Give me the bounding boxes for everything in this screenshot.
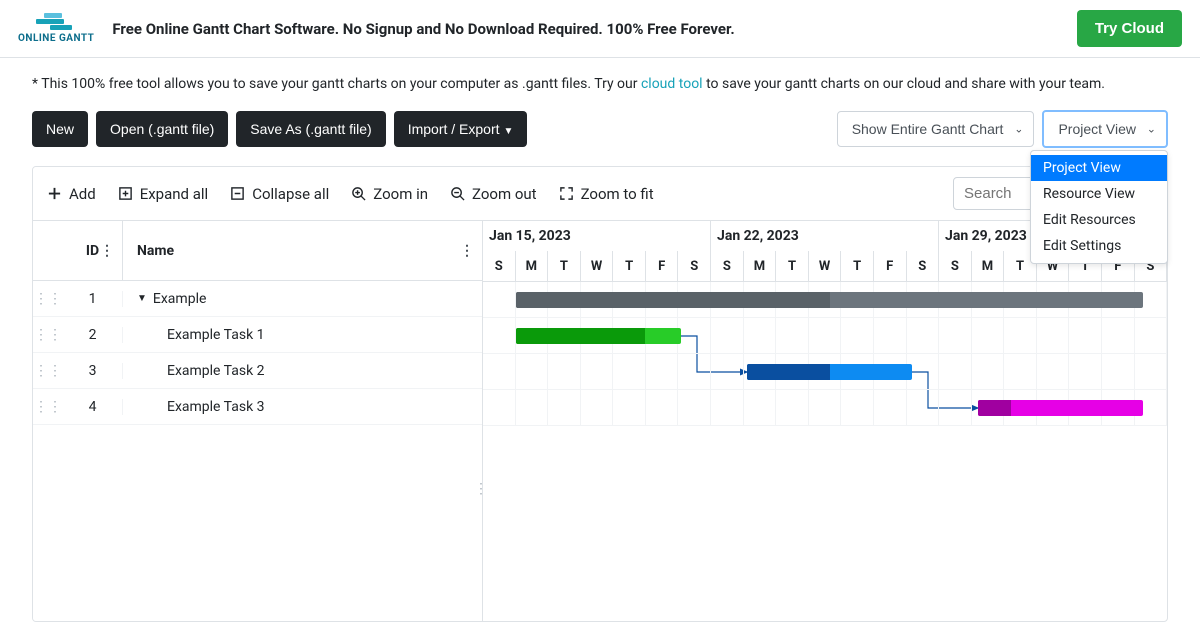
chart-body — [483, 282, 1167, 426]
kebab-icon[interactable]: ⋮ — [100, 243, 114, 259]
gantt-bar-progress — [747, 364, 830, 380]
task-name-cell[interactable]: Example Task 1 — [123, 327, 482, 343]
save-as-button[interactable]: Save As (.gantt file) — [236, 111, 385, 147]
task-row[interactable]: ⋮⋮ 3 Example Task 2 — [33, 353, 482, 389]
view-option[interactable]: Project View — [1031, 155, 1167, 181]
name-column-header[interactable]: Name ⋮ — [123, 221, 482, 280]
task-row[interactable]: ⋮⋮ 4 Example Task 3 — [33, 389, 482, 425]
view-select[interactable]: Project View ⌄ — [1042, 110, 1168, 148]
collapse-caret-icon[interactable]: ▼ — [137, 293, 147, 304]
chart-row — [483, 354, 1167, 390]
header-title: Free Online Gantt Chart Software. No Sig… — [112, 20, 1076, 38]
day-header: M — [972, 251, 1005, 281]
day-header: T — [776, 251, 809, 281]
task-name-cell[interactable]: Example Task 2 — [123, 363, 482, 379]
task-name: Example Task 3 — [167, 399, 265, 415]
gantt-bar[interactable] — [516, 328, 681, 344]
open-button[interactable]: Open (.gantt file) — [96, 111, 228, 147]
day-header: F — [646, 251, 679, 281]
collapse-icon — [230, 186, 245, 201]
day-header: W — [809, 251, 842, 281]
gantt-toolbar: Add Expand all Collapse all Zoom in Zoom… — [33, 167, 1167, 221]
day-header: T — [548, 251, 581, 281]
caret-down-icon: ▼ — [504, 126, 514, 137]
chart-row — [483, 390, 1167, 426]
task-name: Example Task 2 — [167, 363, 265, 379]
main-toolbar: New Open (.gantt file) Save As (.gantt f… — [0, 110, 1200, 166]
view-dropdown: Project ViewResource ViewEdit ResourcesE… — [1030, 150, 1168, 264]
day-header: S — [483, 251, 516, 281]
zoom-fit-icon — [559, 186, 574, 201]
zoom-in-button[interactable]: Zoom in — [351, 185, 428, 203]
day-header: S — [711, 251, 744, 281]
add-button[interactable]: Add — [47, 185, 96, 203]
gantt-grid: ID ⋮ Name ⋮ ⋮⋮ 1 ▼ Example ⋮⋮ 2 Example … — [33, 221, 1167, 621]
gantt-bar[interactable] — [978, 400, 1143, 416]
gantt-container: Add Expand all Collapse all Zoom in Zoom… — [32, 166, 1168, 622]
task-name-cell[interactable]: Example Task 3 — [123, 399, 482, 415]
task-name-cell[interactable]: ▼ Example — [123, 291, 482, 307]
gantt-bar-progress — [978, 400, 1011, 416]
task-name: Example — [153, 291, 206, 307]
new-button[interactable]: New — [32, 111, 88, 147]
day-header: F — [874, 251, 907, 281]
chevron-down-icon: ⌄ — [1014, 123, 1023, 136]
show-entire-select[interactable]: Show Entire Gantt Chart ⌄ — [837, 111, 1035, 147]
info-text: * This 100% free tool allows you to save… — [0, 58, 1200, 110]
task-id: 2 — [63, 327, 123, 343]
week-header: Jan 15, 2023 — [483, 221, 711, 251]
day-header: W — [581, 251, 614, 281]
import-export-button[interactable]: Import / Export▼ — [394, 111, 528, 147]
day-header: M — [744, 251, 777, 281]
view-select-wrapper: Project View ⌄ Project ViewResource View… — [1042, 110, 1168, 148]
week-header: Jan 22, 2023 — [711, 221, 939, 251]
task-id: 3 — [63, 363, 123, 379]
collapse-all-button[interactable]: Collapse all — [230, 185, 329, 203]
day-header: S — [907, 251, 940, 281]
logo[interactable]: ONLINE GANTT — [18, 13, 94, 44]
id-column-header[interactable]: ID ⋮ — [63, 221, 123, 280]
logo-text: ONLINE GANTT — [18, 33, 94, 44]
gantt-bar[interactable] — [747, 364, 912, 380]
chart-row — [483, 318, 1167, 354]
timeline-pane: Jan 15, 2023Jan 22, 2023Jan 29, 2023 SMT… — [483, 221, 1167, 621]
kebab-icon[interactable]: ⋮ — [460, 243, 474, 259]
view-option[interactable]: Edit Resources — [1031, 207, 1167, 233]
task-name: Example Task 1 — [167, 327, 265, 343]
task-row[interactable]: ⋮⋮ 1 ▼ Example — [33, 281, 482, 317]
logo-bars-icon — [36, 13, 76, 31]
chart-row — [483, 282, 1167, 318]
plus-icon — [47, 186, 62, 201]
expand-icon — [118, 186, 133, 201]
task-row[interactable]: ⋮⋮ 2 Example Task 1 — [33, 317, 482, 353]
drag-handle-icon[interactable]: ⋮⋮ — [33, 327, 63, 343]
task-id: 4 — [63, 399, 123, 415]
day-header: S — [678, 251, 711, 281]
cloud-tool-link[interactable]: cloud tool — [641, 76, 703, 92]
gantt-bar-progress — [516, 292, 830, 308]
zoom-out-button[interactable]: Zoom out — [450, 185, 537, 203]
expand-all-button[interactable]: Expand all — [118, 185, 208, 203]
drag-handle-icon[interactable]: ⋮⋮ — [33, 363, 63, 379]
task-list-header: ID ⋮ Name ⋮ — [33, 221, 482, 281]
view-option[interactable]: Edit Settings — [1031, 233, 1167, 259]
gantt-bar[interactable] — [516, 292, 1143, 308]
drag-handle-icon[interactable]: ⋮⋮ — [33, 399, 63, 415]
day-header: T — [841, 251, 874, 281]
day-header: S — [939, 251, 972, 281]
view-option[interactable]: Resource View — [1031, 181, 1167, 207]
zoom-fit-button[interactable]: Zoom to fit — [559, 185, 654, 203]
task-list-pane: ID ⋮ Name ⋮ ⋮⋮ 1 ▼ Example ⋮⋮ 2 Example … — [33, 221, 483, 621]
day-header: M — [516, 251, 549, 281]
chevron-down-icon: ⌄ — [1147, 123, 1156, 136]
try-cloud-button[interactable]: Try Cloud — [1077, 10, 1182, 47]
zoom-in-icon — [351, 186, 366, 201]
drag-handle-icon[interactable]: ⋮⋮ — [33, 291, 63, 307]
zoom-out-icon — [450, 186, 465, 201]
task-id: 1 — [63, 291, 123, 307]
day-header: T — [613, 251, 646, 281]
app-header: ONLINE GANTT Free Online Gantt Chart Sof… — [0, 0, 1200, 58]
gantt-bar-progress — [516, 328, 645, 344]
